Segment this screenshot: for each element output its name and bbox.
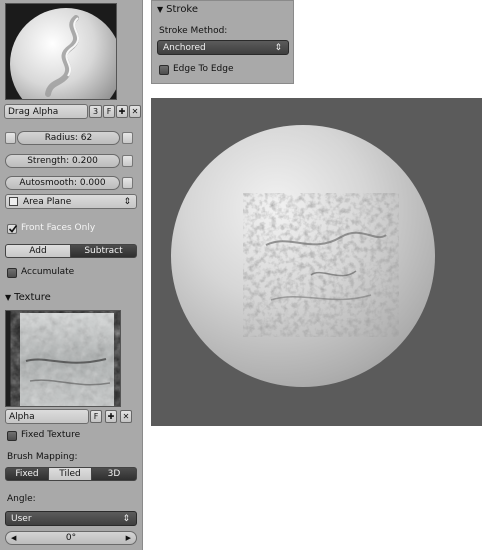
brush-unlink-button[interactable]: ✕ [129, 105, 141, 118]
fixed-texture-label: Fixed Texture [21, 430, 81, 440]
strength-slider[interactable]: Strength: 0.200 [5, 154, 120, 168]
stroke-method-label: Stroke Method: [159, 26, 228, 36]
brush-name-field[interactable]: Drag Alpha [4, 104, 88, 119]
angle-number-field[interactable]: ◀ 0° ▶ [5, 531, 137, 545]
brush-preview-thumbnail[interactable] [5, 3, 117, 100]
brush-users-count[interactable]: 3 [89, 105, 102, 118]
close-icon: ✕ [122, 412, 130, 421]
subtract-button[interactable]: Subtract [70, 244, 137, 258]
stroke-method-value: Anchored [163, 42, 206, 53]
brush-mapping-label: Brush Mapping: [7, 452, 78, 462]
mapping-tiled-button[interactable]: Tiled [48, 467, 92, 481]
autosmooth-pressure-icon[interactable] [122, 177, 133, 189]
close-icon: ✕ [131, 107, 139, 116]
collapse-triangle-icon: ▼ [5, 293, 12, 302]
texture-fake-user-button[interactable]: F [90, 410, 102, 423]
mapping-fixed-button[interactable]: Fixed [5, 467, 49, 481]
front-faces-only-label: Front Faces Only [21, 223, 96, 233]
front-faces-only-checkbox[interactable] [7, 224, 18, 234]
radius-slider[interactable]: Radius: 62 [17, 131, 120, 145]
checkmark-icon [8, 225, 18, 233]
dropdown-arrows-icon: ⇕ [122, 513, 130, 524]
sculpt-texture-detail [243, 193, 399, 337]
radius-unit-lock-icon[interactable] [5, 132, 16, 144]
brush-name: Drag Alpha [8, 106, 59, 117]
stroke-panel-header[interactable]: ▼ Stroke [157, 4, 198, 15]
autosmooth-slider[interactable]: Autosmooth: 0.000 [5, 176, 120, 190]
brush-fake-user-button[interactable]: F [103, 105, 115, 118]
increment-arrow-icon[interactable]: ▶ [126, 534, 131, 542]
texture-preview-image [20, 313, 114, 406]
angle-label: Angle: [7, 494, 36, 504]
texture-preview-thumbnail[interactable] [5, 310, 121, 407]
sculpt-plane-dropdown[interactable]: Area Plane ⇕ [5, 194, 137, 209]
fixed-texture-checkbox[interactable] [7, 431, 17, 441]
accumulate-checkbox[interactable] [7, 268, 17, 278]
texture-name-field[interactable]: Alpha [5, 409, 89, 424]
radius-pressure-icon[interactable] [122, 132, 133, 144]
strength-pressure-icon[interactable] [122, 155, 133, 167]
texture-unlink-button[interactable]: ✕ [120, 410, 132, 423]
angle-mode-value: User [11, 513, 32, 524]
texture-name: Alpha [9, 411, 35, 422]
texture-new-button[interactable]: ✚ [105, 410, 117, 423]
dropdown-arrows-icon: ⇕ [123, 196, 131, 207]
sculpt-plane-value: Area Plane [23, 196, 72, 207]
angle-mode-dropdown[interactable]: User ⇕ [5, 511, 137, 526]
mapping-3d-button[interactable]: 3D [91, 467, 137, 481]
3d-viewport[interactable] [151, 98, 482, 426]
edge-to-edge-checkbox[interactable] [159, 65, 169, 75]
brush-new-button[interactable]: ✚ [116, 105, 128, 118]
decrement-arrow-icon[interactable]: ◀ [11, 534, 16, 542]
texture-panel-header[interactable]: ▼ Texture [5, 292, 51, 303]
plus-icon: ✚ [107, 412, 115, 421]
collapse-triangle-icon: ▼ [157, 5, 164, 14]
add-button[interactable]: Add [5, 244, 71, 258]
accumulate-label: Accumulate [21, 267, 75, 277]
dropdown-arrows-icon: ⇕ [274, 42, 282, 53]
brush-preview-image [10, 8, 116, 99]
stroke-method-dropdown[interactable]: Anchored ⇕ [157, 40, 289, 55]
angle-value: 0° [65, 533, 77, 543]
edge-to-edge-label: Edge To Edge [173, 64, 234, 74]
plane-icon [9, 197, 18, 206]
plus-icon: ✚ [118, 107, 126, 116]
sculpt-tools-panel: Drag Alpha 3 F ✚ ✕ Radius: 62 Strength: … [0, 0, 143, 550]
stroke-panel: ▼ Stroke Stroke Method: Anchored ⇕ Edge T… [151, 0, 294, 84]
